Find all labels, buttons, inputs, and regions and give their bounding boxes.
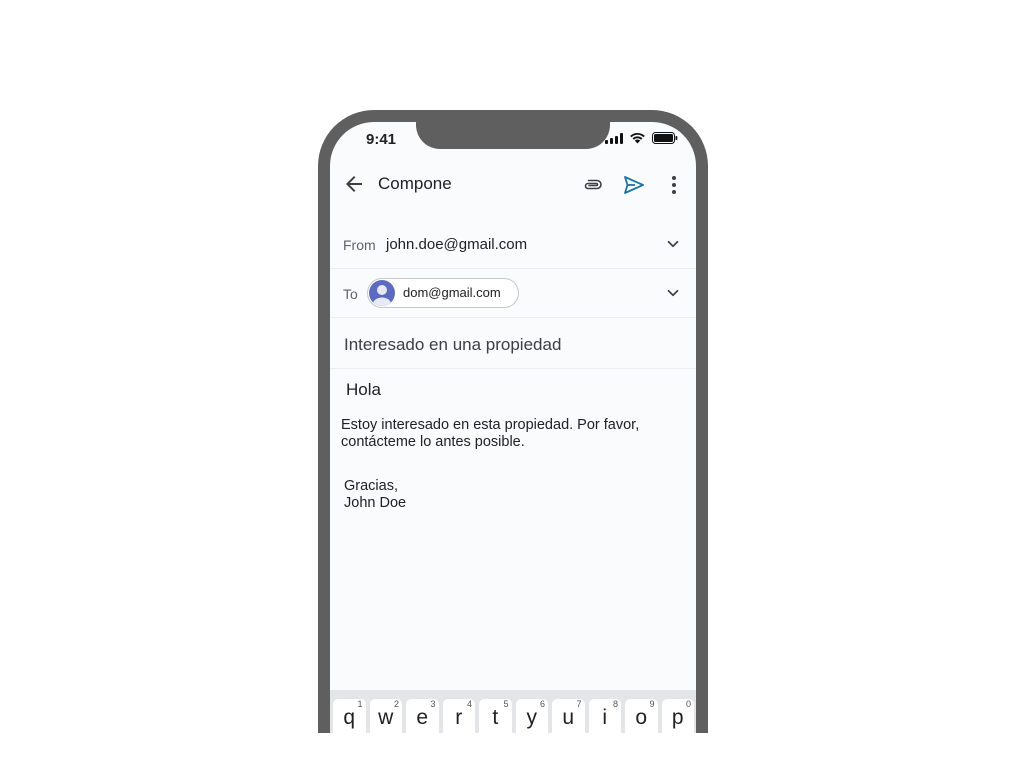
subject-field[interactable]: Interesado en una propiedad xyxy=(330,318,696,369)
key-q[interactable]: 1q xyxy=(333,699,366,733)
to-row[interactable]: To dom@gmail.com xyxy=(330,269,696,318)
from-row[interactable]: From john.doe@gmail.com xyxy=(330,220,696,269)
key-u[interactable]: 7u xyxy=(552,699,585,733)
recipient-chip[interactable]: dom@gmail.com xyxy=(367,278,519,308)
avatar xyxy=(369,280,395,306)
key-i[interactable]: 8i xyxy=(588,699,621,733)
phone-screen: 9:41 Compone From john.doe@gmail.com To … xyxy=(330,122,696,733)
body-text[interactable]: Estoy interesado en esta propiedad. Por … xyxy=(341,417,681,451)
key-e[interactable]: 3e xyxy=(406,699,439,733)
status-bar: 9:41 xyxy=(330,122,696,162)
to-label: To xyxy=(343,286,358,302)
key-r[interactable]: 4r xyxy=(442,699,475,733)
key-o[interactable]: 9o xyxy=(625,699,658,733)
chevron-down-icon[interactable] xyxy=(664,235,682,253)
status-icons xyxy=(605,132,678,144)
body-closing[interactable]: Gracias, xyxy=(344,478,398,494)
person-icon xyxy=(373,285,391,306)
subject-text: Interesado en una propiedad xyxy=(344,335,562,354)
body-greeting[interactable]: Hola xyxy=(346,380,381,400)
compose-app-bar: Compone xyxy=(330,164,696,204)
page-title: Compone xyxy=(378,174,452,193)
more-vert-icon[interactable] xyxy=(662,173,686,197)
cellular-signal-icon xyxy=(605,132,623,144)
key-y[interactable]: 6y xyxy=(515,699,548,733)
phone-frame: 9:41 Compone From john.doe@gmail.com To … xyxy=(318,110,708,733)
keyboard-row: 1q 2w 3e 4r 5t 6y 7u 8i 9o 0p xyxy=(333,699,694,733)
from-value: john.doe@gmail.com xyxy=(386,236,528,253)
from-label: From xyxy=(343,237,376,253)
key-w[interactable]: 2w xyxy=(369,699,402,733)
paperclip-icon[interactable] xyxy=(582,173,606,197)
recipient-email: dom@gmail.com xyxy=(403,285,501,300)
body-signature[interactable]: John Doe xyxy=(344,495,406,511)
wifi-icon xyxy=(630,132,645,144)
key-t[interactable]: 5t xyxy=(479,699,512,733)
key-p[interactable]: 0p xyxy=(661,699,694,733)
battery-icon xyxy=(652,132,678,144)
send-icon[interactable] xyxy=(622,173,646,197)
onscreen-keyboard: 1q 2w 3e 4r 5t 6y 7u 8i 9o 0p xyxy=(330,690,696,733)
status-time: 9:41 xyxy=(366,131,397,148)
arrow-back-icon[interactable] xyxy=(342,172,366,196)
chevron-down-icon[interactable] xyxy=(664,284,682,302)
